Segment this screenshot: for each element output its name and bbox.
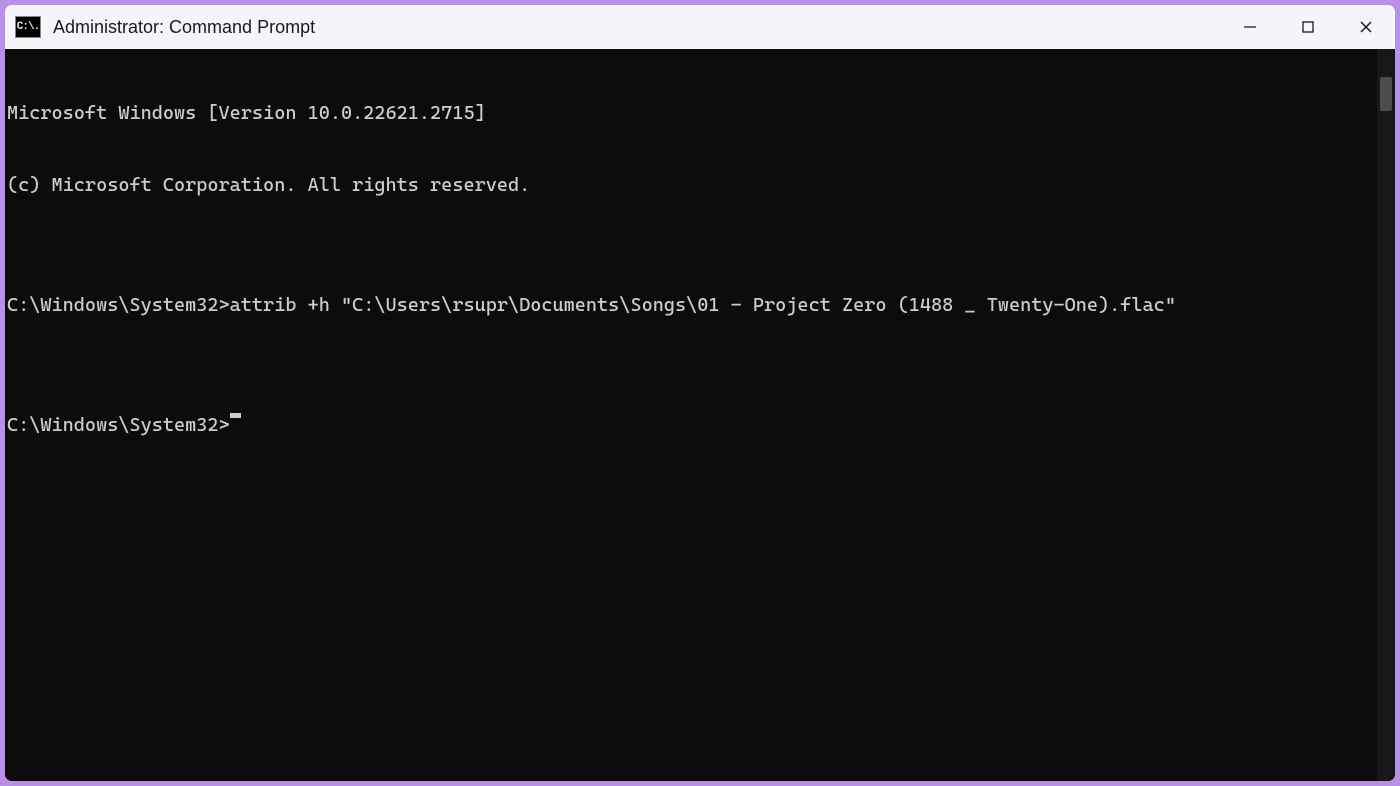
window-title: Administrator: Command Prompt	[53, 17, 315, 38]
maximize-button[interactable]	[1279, 5, 1337, 49]
scrollbar-thumb[interactable]	[1380, 77, 1392, 111]
cmd-icon: C:\.	[15, 16, 41, 38]
window-controls	[1221, 5, 1395, 49]
cmd-icon-glyph: C:\.	[17, 22, 39, 33]
terminal-line: (c) Microsoft Corporation. All rights re…	[7, 173, 1375, 197]
terminal-prompt-line: C:\Windows\System32>	[7, 413, 1375, 437]
terminal-output[interactable]: Microsoft Windows [Version 10.0.22621.27…	[5, 49, 1377, 781]
scrollbar[interactable]	[1377, 49, 1395, 781]
command-prompt-window: C:\. Administrator: Command Prompt Micro…	[4, 4, 1396, 782]
terminal-line: Microsoft Windows [Version 10.0.22621.27…	[7, 101, 1375, 125]
terminal-cursor	[230, 413, 241, 418]
terminal-area: Microsoft Windows [Version 10.0.22621.27…	[5, 49, 1395, 781]
minimize-icon	[1243, 20, 1257, 34]
minimize-button[interactable]	[1221, 5, 1279, 49]
maximize-icon	[1301, 20, 1315, 34]
titlebar[interactable]: C:\. Administrator: Command Prompt	[5, 5, 1395, 49]
close-icon	[1359, 20, 1373, 34]
close-button[interactable]	[1337, 5, 1395, 49]
terminal-line: C:\Windows\System32>attrib +h "C:\Users\…	[7, 293, 1375, 317]
terminal-prompt: C:\Windows\System32>	[7, 413, 230, 437]
